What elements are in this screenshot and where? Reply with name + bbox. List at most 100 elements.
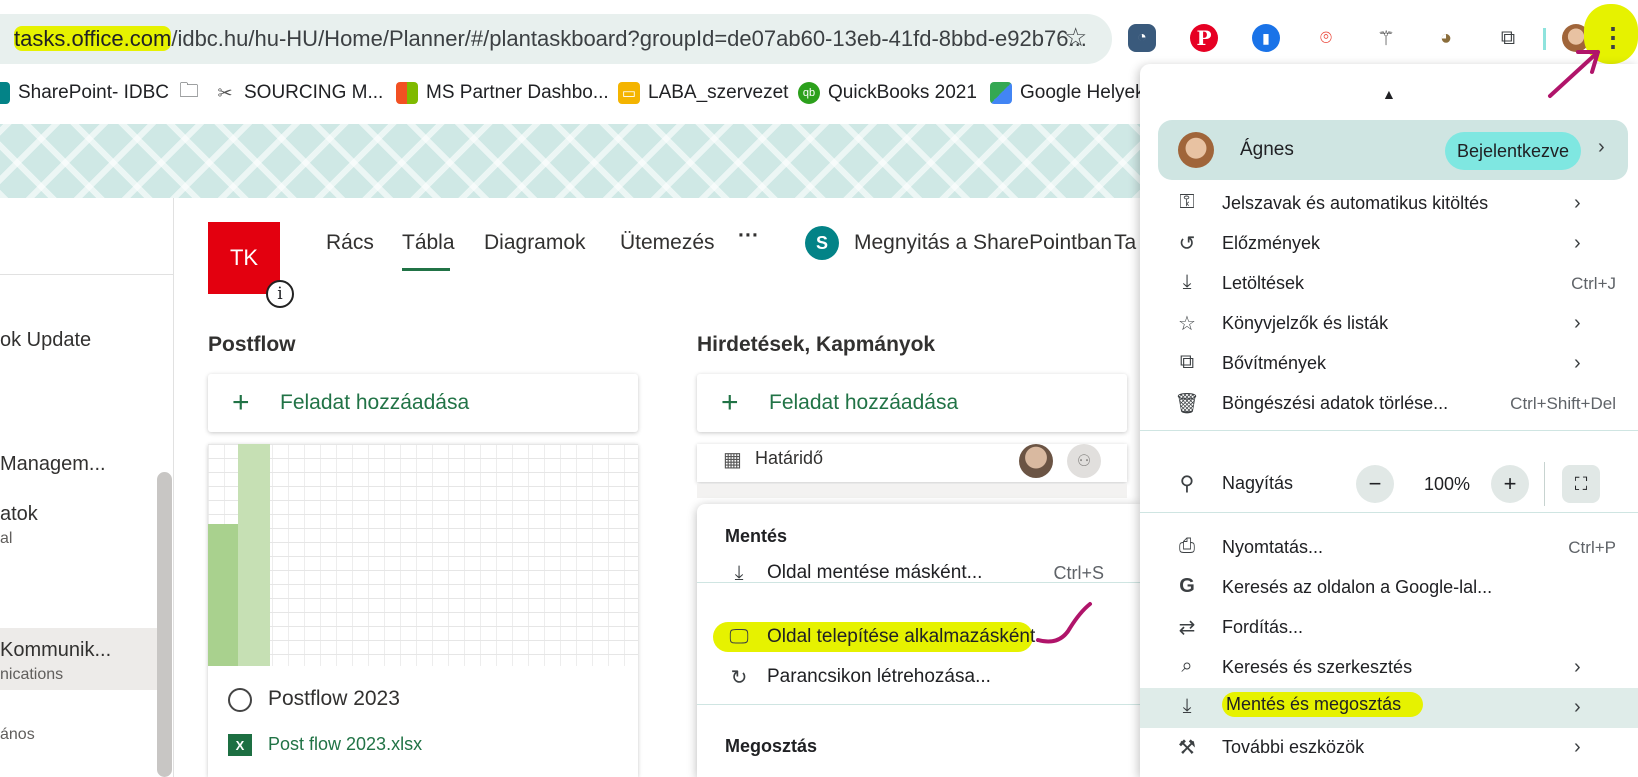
menu-item-passwords[interactable]: ⚿ Jelszavak és automatikus kitöltés › [1140, 184, 1638, 224]
add-task-button[interactable]: + Feladat hozzáadása [697, 374, 1127, 432]
tab-grid[interactable]: Rács [326, 231, 374, 255]
chevron-right-icon: › [1598, 136, 1605, 158]
menu-item-save-share[interactable]: ⤓ Mentés és megosztás › [1140, 688, 1638, 728]
bucket-title-ads[interactable]: Hirdetések, Kapmányok [697, 333, 935, 357]
zoom-out-button[interactable]: − [1356, 465, 1394, 503]
menu-divider [697, 704, 1140, 705]
menu-item-search-google[interactable]: G Keresés az oldalon a Google-lal... [1140, 568, 1638, 608]
toolbar-divider [1543, 28, 1546, 50]
star-icon: ☆ [1178, 313, 1196, 335]
info-icon[interactable]: i [266, 280, 294, 308]
slides-icon: ▭ [618, 82, 640, 104]
save-share-icon: ⤓ [1182, 695, 1192, 717]
zoom-icon: ⚲ [1179, 473, 1195, 495]
menu-item-clear-data[interactable]: 🗑 Böngészési adatok törlése... Ctrl+Shif… [1140, 384, 1638, 424]
sharepoint-icon[interactable]: S [805, 226, 839, 260]
install-app-icon: 🖵 [729, 625, 749, 648]
save-page-as-item[interactable]: ⤓ Oldal mentése másként... Ctrl+S [697, 552, 1140, 594]
location-extension-icon[interactable]: ⌾ [1312, 24, 1340, 52]
key-icon: ⚿ [1179, 191, 1195, 213]
more-menu-icon[interactable]: ⋮ [1600, 22, 1626, 53]
menu-item-downloads[interactable]: ⤓ Letöltések Ctrl+J [1140, 264, 1638, 304]
trash-icon: 🗑 [1174, 393, 1200, 415]
open-in-sharepoint-link[interactable]: Megnyitás a SharePointban [854, 231, 1112, 255]
menu-item-translate[interactable]: ⇄ Fordítás... [1140, 608, 1638, 648]
scroll-up-icon[interactable]: ▲ [1382, 86, 1396, 102]
menu-item-history[interactable]: ↺ Előzmények › [1140, 224, 1638, 264]
signed-in-badge: Bejelentkezve [1445, 132, 1582, 170]
fullscreen-icon[interactable]: ⛶ [1562, 465, 1600, 503]
zoom-level: 100% [1424, 474, 1471, 494]
due-date-label: Határidő [755, 448, 824, 468]
extensions-puzzle-icon[interactable]: ⧉ [1494, 24, 1522, 52]
zoom-divider [1544, 462, 1545, 506]
pinterest-icon[interactable]: P [1190, 24, 1218, 52]
tab-schedule[interactable]: Ütemezés [620, 231, 715, 255]
microsoft-icon [396, 82, 418, 104]
menu-item-more-tools[interactable]: ⚒ További eszközök › [1140, 728, 1638, 768]
bookmark-ms-partner[interactable]: MS Partner Dashbo... [396, 82, 609, 104]
install-as-app-item[interactable]: 🖵 Oldal telepítése alkalmazásként... [697, 616, 1140, 658]
create-shortcut-item[interactable]: ↻ Parancsikon létrehozása... [697, 656, 1140, 698]
excel-icon: X [228, 734, 252, 756]
chevron-right-icon: › [1574, 232, 1581, 254]
translate-icon: ⇄ [1178, 617, 1196, 639]
bookmark-folder[interactable]: 🗀 [178, 80, 200, 104]
palette-extension-icon[interactable]: ◕ [1432, 24, 1460, 52]
task-title: Postflow 2023 [268, 687, 400, 710]
active-tab-indicator [402, 268, 450, 271]
nav-item-communications-sub: nications [0, 666, 64, 683]
nav-item-general[interactable]: ános [0, 726, 35, 744]
tools-icon: ✂ [217, 82, 233, 103]
task-card[interactable]: Postflow 2023 X Post flow 2023.xlsx [208, 444, 638, 777]
menu-item-find-edit[interactable]: ⌕ Keresés és szerkesztés › [1140, 648, 1638, 688]
menu-item-bookmarks[interactable]: ☆ Könyvjelzők és listák › [1140, 304, 1638, 344]
add-task-button[interactable]: + Feladat hozzáadása [208, 374, 638, 432]
menu-divider [1140, 512, 1638, 513]
chevron-right-icon: › [1574, 312, 1581, 334]
nav-item-atok-sub: al [0, 530, 13, 547]
more-tabs-icon[interactable]: ··· [738, 224, 759, 248]
bookmark-star-icon[interactable]: ☆ [1064, 22, 1087, 53]
tab-charts[interactable]: Diagramok [484, 231, 586, 255]
bucket-title-postflow[interactable]: Postflow [208, 333, 296, 357]
assignee-avatar[interactable] [1019, 444, 1053, 478]
print-icon: ⎙ [1179, 535, 1195, 557]
url-text[interactable]: tasks.office.com/idbc.hu/hu-HU/Home/Plan… [14, 26, 1087, 52]
tab-cutoff[interactable]: Ta [1114, 231, 1136, 255]
task-card[interactable]: ▦ Határidő ⚇ [697, 444, 1127, 482]
magic-wand-icon[interactable]: ⚚ [1372, 24, 1400, 52]
menu-item-extensions[interactable]: ⧉ Bővítmények › [1140, 344, 1638, 384]
preview-column [208, 524, 238, 666]
chevron-right-icon: › [1574, 696, 1581, 718]
nav-item-update[interactable]: ok Update [0, 329, 91, 352]
extension-icon-1[interactable]: ◔ [1128, 24, 1156, 52]
complete-task-radio[interactable] [228, 688, 252, 712]
nav-scrollbar[interactable] [157, 472, 172, 777]
zoom-in-button[interactable]: + [1491, 465, 1529, 503]
bookmark-laba[interactable]: ▭ LABA_szervezet [618, 82, 788, 104]
sharepoint-icon [0, 82, 10, 104]
share-section-header: Megosztás [725, 736, 818, 756]
nav-item-management[interactable]: Managem... [0, 453, 106, 476]
bookmark-extension-icon[interactable]: ▮ [1252, 24, 1280, 52]
nav-item-atok[interactable]: atok [0, 503, 38, 526]
attachment-link[interactable]: Post flow 2023.xlsx [268, 734, 422, 755]
preview-column [238, 444, 270, 666]
tab-board[interactable]: Tábla [402, 231, 455, 255]
folder-icon: 🗀 [179, 80, 199, 102]
profile-avatar [1178, 132, 1214, 168]
url-host: tasks.office.com [14, 26, 172, 51]
history-icon: ↺ [1178, 233, 1196, 255]
profile-row[interactable]: Ágnes Bejelentkezve › [1158, 120, 1628, 180]
bookmark-quickbooks[interactable]: qb QuickBooks 2021 [798, 82, 977, 104]
bookmark-google-places[interactable]: Google Helyek [990, 82, 1145, 104]
menu-item-print[interactable]: ⎙ Nyomtatás... Ctrl+P [1140, 528, 1638, 568]
nav-item-communications[interactable]: Kommunik... [0, 639, 111, 662]
assign-user-icon[interactable]: ⚇ [1067, 444, 1101, 478]
planner-left-nav [0, 198, 174, 777]
planner-banner [0, 124, 1140, 198]
bookmark-sharepoint[interactable]: SharePoint- IDBC [0, 82, 169, 104]
bookmark-sourcing[interactable]: ✂ SOURCING M... [214, 82, 383, 104]
chevron-right-icon: › [1574, 352, 1581, 374]
